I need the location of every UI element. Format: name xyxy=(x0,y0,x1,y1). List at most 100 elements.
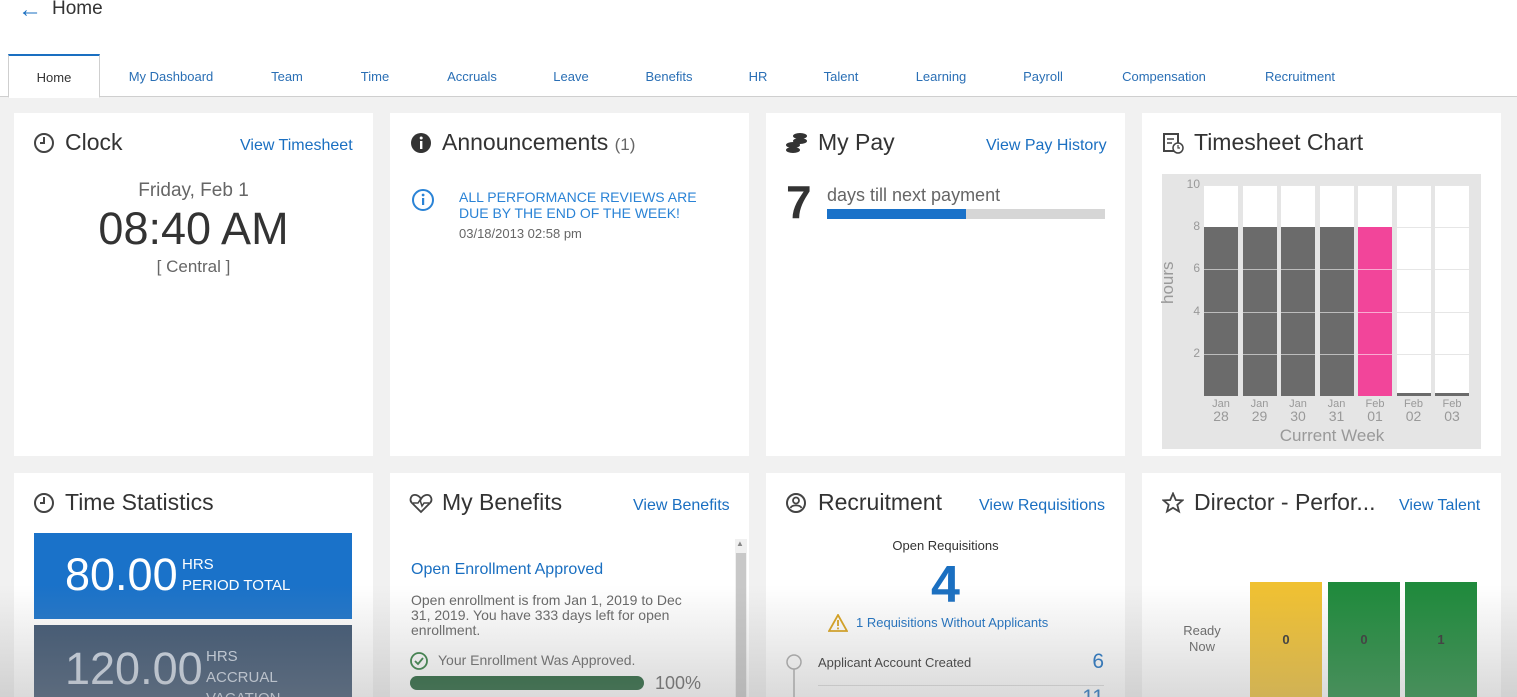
tab-payroll[interactable]: Payroll xyxy=(1013,54,1073,97)
accrual-vacation-unit-accrual: ACCRUAL xyxy=(206,669,278,686)
back-arrow-icon[interactable]: ← xyxy=(18,0,42,24)
days-till-payment-label: days till next payment xyxy=(827,185,1001,205)
accrual-vacation-unit-vacation: VACATION xyxy=(206,688,280,697)
period-total-stat[interactable]: 80.00 HRS PERIOD TOTAL xyxy=(34,533,352,619)
chart-gridline xyxy=(1435,353,1469,355)
chart-bar-segment-line xyxy=(1358,269,1392,271)
open-requisitions-count[interactable]: 4 xyxy=(766,555,1125,615)
enrollment-progress-label: 100% xyxy=(655,673,702,693)
chart-y-tick: 6 xyxy=(1193,261,1200,276)
enrollment-title[interactable]: Open Enrollment Approved xyxy=(411,561,603,579)
timesheet-chart-title: Timesheet Chart xyxy=(1194,129,1364,155)
chart-y-tick: 2 xyxy=(1193,345,1200,360)
chart-gridline xyxy=(1396,353,1431,355)
director-performance-title: Director - Perfor... xyxy=(1194,489,1376,515)
chart-x-tick-day: 01 xyxy=(1367,408,1383,424)
accrual-vacation-stat[interactable]: 120.00 HRS ACCRUAL VACATION xyxy=(34,625,352,697)
enrollment-progress-fill xyxy=(410,676,644,690)
pipeline-step-count-2[interactable]: 11 xyxy=(1066,686,1104,697)
scroll-up-icon[interactable]: ▲ xyxy=(736,539,744,548)
clock-date: Friday, Feb 1 xyxy=(138,180,249,201)
tab-recruitment[interactable]: Recruitment xyxy=(1254,54,1346,97)
my-pay-title: My Pay xyxy=(818,129,895,155)
my-pay-card: My Pay View Pay History 7 days till next… xyxy=(766,113,1125,456)
timesheet-icon xyxy=(1163,133,1184,154)
performance-cell[interactable]: 0 xyxy=(1250,582,1322,697)
pipeline-step-icon xyxy=(786,654,802,697)
chart-gridline xyxy=(1396,185,1431,186)
chart-x-tick-day: 31 xyxy=(1328,408,1345,424)
chart-x-tick: Jan 29 xyxy=(1245,398,1275,423)
clock-icon xyxy=(34,493,54,513)
announcements-title: Announcements (1) xyxy=(442,129,635,156)
accrual-vacation-value: 120.00 xyxy=(65,643,203,694)
chart-bar-segment-line xyxy=(1204,311,1238,313)
time-statistics-card: Time Statistics 80.00 HRS PERIOD TOTAL 1… xyxy=(14,473,373,697)
heart-pulse-icon xyxy=(409,494,433,514)
chart-x-tick: Jan 31 xyxy=(1322,398,1352,424)
period-total-value: 80.00 xyxy=(65,549,178,600)
days-till-payment: 7 xyxy=(786,176,812,228)
chart-gridline xyxy=(1319,185,1354,186)
view-pay-history-link[interactable]: View Pay History xyxy=(986,137,1107,155)
chart-bar-segment-line xyxy=(1281,269,1315,271)
tab-leave[interactable]: Leave xyxy=(541,54,601,97)
chart-bar[interactable] xyxy=(1435,393,1469,396)
performance-cell[interactable]: 0 xyxy=(1328,582,1400,697)
enrollment-description: Open enrollment is from Jan 1, 2019 to D… xyxy=(411,593,721,638)
chart-x-tick-day: 28 xyxy=(1213,408,1229,424)
chart-bar-segment-line xyxy=(1242,311,1277,313)
performance-cell-value: 0 xyxy=(1282,632,1290,647)
tab-home[interactable]: Home xyxy=(8,54,100,98)
tab-talent[interactable]: Talent xyxy=(811,54,871,97)
announcement-date: 03/18/2013 02:58 pm xyxy=(459,226,582,241)
tab-time[interactable]: Time xyxy=(345,54,405,97)
performance-cell-value: 0 xyxy=(1360,632,1368,647)
announcements-count: (1) xyxy=(614,135,636,154)
benefits-scrollbar[interactable]: ▲ xyxy=(735,539,747,697)
tab-learning[interactable]: Learning xyxy=(906,54,976,97)
warning-icon xyxy=(828,614,848,632)
pay-progress-bar xyxy=(827,209,1105,219)
period-total-unit: HRS PERIOD TOTAL xyxy=(182,554,290,596)
view-talent-link[interactable]: View Talent xyxy=(1399,497,1480,515)
enrollment-line-1: Open enrollment is from Jan 1, 2019 to D… xyxy=(411,592,682,608)
chart-y-axis-label: hours xyxy=(1158,261,1177,304)
chart-bar-segment-line xyxy=(1281,353,1315,355)
tab-team[interactable]: Team xyxy=(257,54,317,97)
pipeline-step-count[interactable]: 6 xyxy=(1066,650,1104,674)
tab-compensation[interactable]: Compensation xyxy=(1112,54,1216,97)
announcement-text[interactable]: ALL PERFORMANCE REVIEWS ARE DUE BY THE E… xyxy=(459,189,697,221)
chart-bar-segment-line xyxy=(1358,311,1392,313)
view-timesheet-link[interactable]: View Timesheet xyxy=(240,137,353,155)
view-benefits-link[interactable]: View Benefits xyxy=(633,497,730,515)
pipeline-step-label: Applicant Account Created xyxy=(818,655,972,670)
chart-bar[interactable] xyxy=(1396,393,1431,396)
chart-x-tick: Feb 01 xyxy=(1360,398,1390,424)
view-requisitions-link[interactable]: View Requisitions xyxy=(979,497,1105,515)
announcements-title-text: Announcements xyxy=(442,129,609,155)
pay-progress-fill xyxy=(827,209,966,219)
chart-y-tick: 8 xyxy=(1193,219,1200,234)
chart-gridline xyxy=(1204,185,1238,186)
tab-benefits[interactable]: Benefits xyxy=(634,54,704,97)
chart-column-background xyxy=(1435,185,1469,396)
tab-my-dashboard[interactable]: My Dashboard xyxy=(112,54,230,97)
chart-gridline xyxy=(1242,185,1277,186)
chart-x-tick-day: 03 xyxy=(1444,408,1460,424)
requisitions-warning[interactable]: 1 Requisitions Without Applicants xyxy=(856,615,1048,630)
user-search-icon xyxy=(786,493,806,513)
info-icon xyxy=(411,133,431,153)
ready-now-label-line1: Ready xyxy=(1183,623,1221,638)
announcement-line-2: DUE BY THE END OF THE WEEK! xyxy=(459,205,680,221)
tab-accruals[interactable]: Accruals xyxy=(432,54,512,97)
chart-gridline xyxy=(1396,269,1431,271)
scrollbar-thumb[interactable] xyxy=(736,553,746,697)
performance-cell[interactable]: 1 xyxy=(1405,582,1477,697)
tab-hr[interactable]: HR xyxy=(738,54,778,97)
chart-x-tick: Feb 03 xyxy=(1437,398,1467,424)
clock-title: Clock xyxy=(65,129,123,155)
chart-x-axis-label: Current Week xyxy=(1279,426,1385,445)
enrollment-line-3: enrollment. xyxy=(411,622,481,638)
chart-gridline xyxy=(1435,227,1469,229)
